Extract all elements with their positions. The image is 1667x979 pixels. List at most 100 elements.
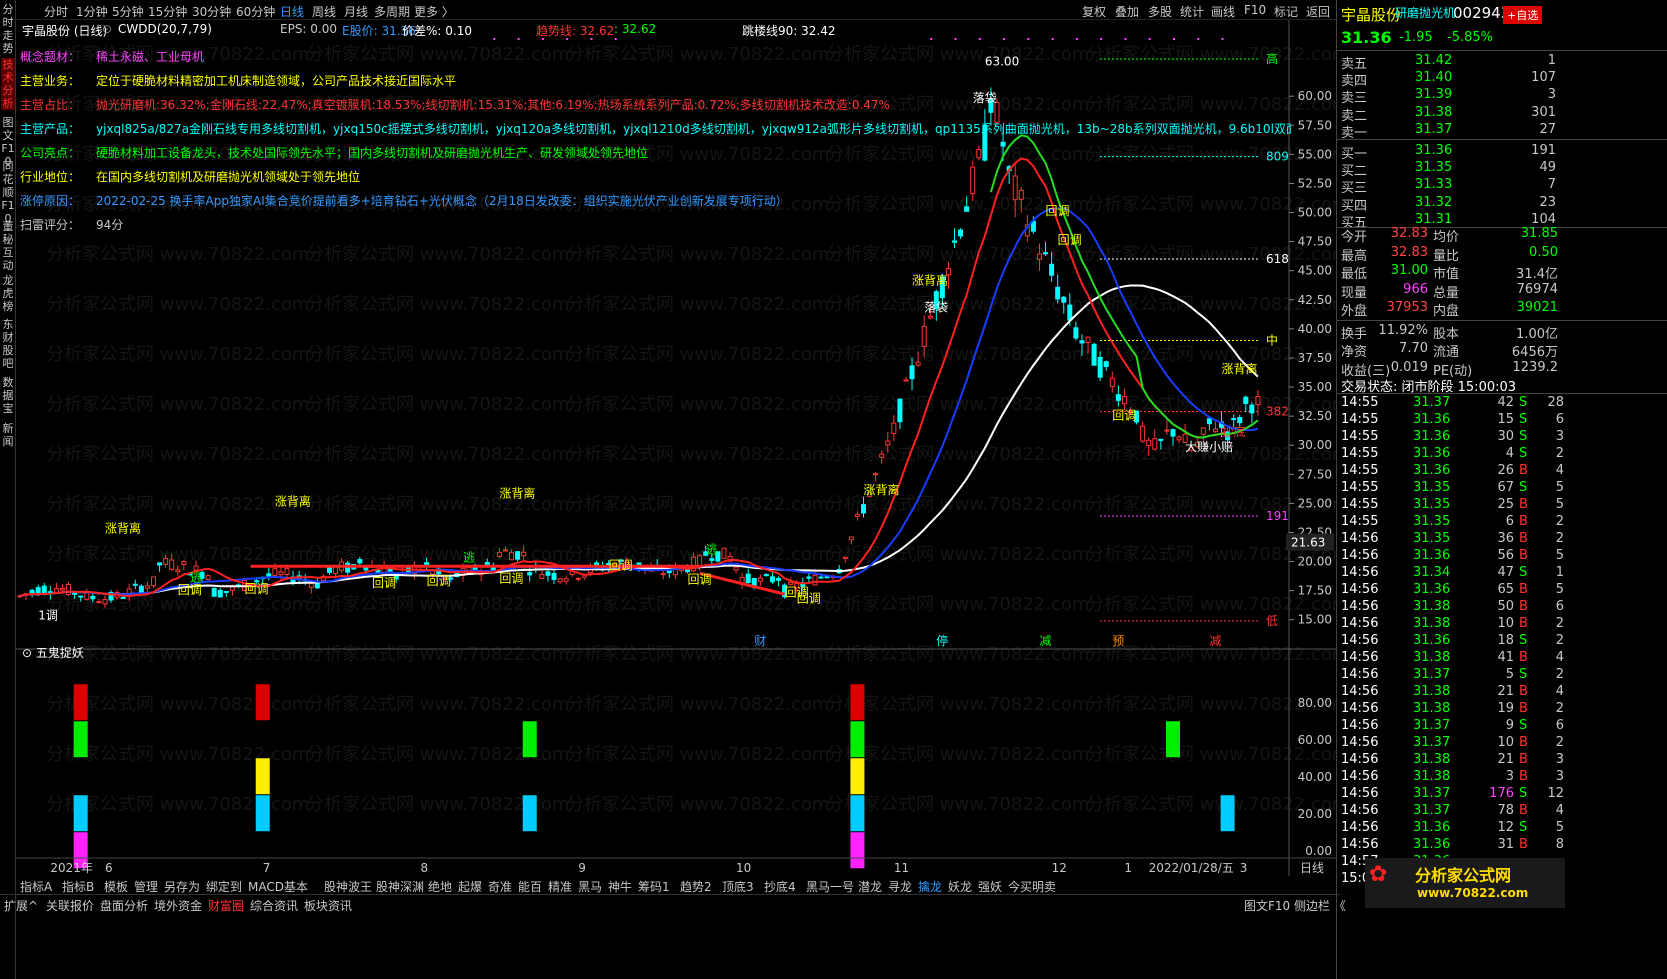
- event-marker[interactable]: 预: [1112, 634, 1124, 648]
- candle-body: [1170, 429, 1176, 437]
- nav-button[interactable]: 综合资讯: [250, 897, 298, 914]
- indicator-button[interactable]: 绝地: [428, 878, 452, 895]
- chart-annotation: 回调: [178, 583, 202, 597]
- indicator-button[interactable]: 股神波王: [324, 878, 372, 895]
- sell-row[interactable]: 卖一 31.37 27: [1337, 122, 1667, 141]
- indicator-button[interactable]: 抄底4: [764, 878, 796, 895]
- menu-tongji[interactable]: 统计: [1180, 3, 1204, 20]
- indicator-button[interactable]: 指标B: [62, 878, 94, 895]
- indicator-button[interactable]: 绑定到: [206, 878, 242, 895]
- side-tab-6[interactable]: 东财股吧: [1, 318, 15, 372]
- nav-button[interactable]: 境外资金: [154, 897, 202, 914]
- indicator-button[interactable]: 神牛: [608, 878, 632, 895]
- indicator-button[interactable]: 能百: [518, 878, 542, 895]
- nav-button[interactable]: 财富圈: [208, 897, 244, 914]
- indicator-button[interactable]: 黑马一号: [806, 878, 854, 895]
- indicator-button[interactable]: 股神深渊: [376, 878, 424, 895]
- nav-button[interactable]: 扩展^: [4, 897, 38, 914]
- event-marker[interactable]: 财: [754, 634, 766, 648]
- level-price: 31.42: [1415, 53, 1453, 68]
- tab-period-8[interactable]: 月线: [344, 3, 368, 20]
- indicator-button[interactable]: 潜龙: [858, 878, 882, 895]
- indicator-button[interactable]: MACD基本: [248, 878, 308, 895]
- side-tab-5[interactable]: 龙虎榜: [1, 274, 15, 314]
- tick-row: 14:56 31.38 50 B 6: [1337, 599, 1667, 616]
- indicator-button[interactable]: 寻龙: [888, 878, 912, 895]
- side-tab-0[interactable]: 分时走势: [1, 3, 15, 55]
- candle-body: [860, 504, 866, 514]
- tab-period-1[interactable]: 1分钟: [76, 3, 108, 20]
- buy-row[interactable]: 买二 31.35 49: [1337, 160, 1667, 179]
- indicator-button[interactable]: 妖龙: [948, 878, 972, 895]
- indicator-button[interactable]: 顶底3: [722, 878, 754, 895]
- sell-row[interactable]: 卖二 31.38 301: [1337, 105, 1667, 124]
- indicator-bar: [850, 684, 865, 721]
- menu-diejia[interactable]: 叠加: [1115, 3, 1139, 20]
- side-tab-7[interactable]: 数据宝: [1, 376, 15, 418]
- indicator-button[interactable]: 筹码1: [638, 878, 670, 895]
- stat-label: 换手: [1341, 326, 1368, 342]
- candle-body: [879, 453, 885, 458]
- tab-period-3[interactable]: 15分钟: [148, 3, 187, 20]
- candle-body: [278, 571, 284, 576]
- sell-row[interactable]: 卖五 31.42 1: [1337, 53, 1667, 72]
- tab-period-0[interactable]: 分时: [44, 3, 68, 20]
- tab-period-4[interactable]: 30分钟: [192, 3, 231, 20]
- watermark-text: 分析家公式网 www.70822.com: [826, 594, 1089, 615]
- indicator-button[interactable]: 擒龙: [918, 878, 942, 895]
- tab-period-7[interactable]: 周线: [312, 3, 336, 20]
- tick-volume: 15: [1497, 412, 1514, 427]
- indicator-button[interactable]: 今买明卖: [1008, 878, 1056, 895]
- candle-body: [545, 571, 551, 576]
- menu-duogu[interactable]: 多股: [1148, 3, 1172, 20]
- indicator-button[interactable]: 管理: [134, 878, 158, 895]
- event-marker[interactable]: 停: [936, 633, 948, 648]
- tab-period-9[interactable]: 多周期: [374, 3, 410, 20]
- stat-label: 均价: [1433, 230, 1460, 245]
- nav-button[interactable]: 板块资讯: [304, 897, 352, 914]
- nav-button[interactable]: 关联报价: [46, 897, 94, 914]
- indicator-button[interactable]: 黑马: [578, 878, 602, 895]
- menu-fanhui[interactable]: 返回: [1306, 3, 1330, 20]
- info-value: 硬脆材料加工设备龙头，技术处国际领先水平；国内多线切割机及研磨抛光机生产、研发领…: [96, 146, 649, 160]
- menu-huaxian[interactable]: 画线: [1211, 3, 1235, 20]
- candle-body: [763, 574, 769, 577]
- x-axis-period[interactable]: 日线: [1300, 861, 1324, 875]
- tab-period-2[interactable]: 5分钟: [112, 3, 144, 20]
- info-label: 概念题材：: [20, 50, 81, 64]
- indicator-button[interactable]: 指标A: [20, 878, 52, 895]
- tab-period-6[interactable]: 日线: [280, 3, 304, 20]
- indicator-button[interactable]: 精准: [548, 878, 572, 895]
- nav-button[interactable]: 盘面分析: [100, 897, 148, 914]
- sell-row[interactable]: 卖三 31.39 3: [1337, 87, 1667, 106]
- menu-biaoji[interactable]: 标记: [1274, 3, 1298, 20]
- menu-fuquan[interactable]: 复权: [1082, 3, 1106, 20]
- add-favorite-button[interactable]: +自选: [1503, 6, 1543, 24]
- indicator-button[interactable]: 强妖: [978, 878, 1002, 895]
- buy-row[interactable]: 买三 31.33 7: [1337, 177, 1667, 196]
- menu-f10[interactable]: F10: [1244, 3, 1266, 17]
- candle-body: [169, 559, 175, 570]
- tab-period-5[interactable]: 60分钟: [236, 3, 275, 20]
- indicator-button[interactable]: 模板: [104, 878, 128, 895]
- watermark-text: 分析家公式网 www.70822.com: [306, 694, 569, 715]
- tick-list[interactable]: 14:55 31.37 42 S 28 14:55 31.36 15 S 6 14:55 31.36 3…: [1337, 395, 1667, 885]
- sell-row[interactable]: 卖四 31.40 107: [1337, 70, 1667, 89]
- f10-sidebar-toggle[interactable]: 图文F10 侧边栏 《: [1244, 897, 1346, 914]
- indicator-button[interactable]: 起爆: [458, 878, 482, 895]
- buy-row[interactable]: 买一 31.36 191: [1337, 143, 1667, 162]
- event-marker[interactable]: 减: [1209, 634, 1221, 648]
- stock-sector[interactable]: 研磨抛光机: [1395, 4, 1455, 21]
- indicator-bar: [255, 758, 270, 795]
- event-marker[interactable]: 减: [1039, 634, 1051, 648]
- watermark-text: 分析家公式网 www.70822.com: [306, 294, 569, 315]
- indicator-button[interactable]: 奇准: [488, 878, 512, 895]
- indicator-button[interactable]: 趋势2: [680, 878, 712, 895]
- buy-row[interactable]: 买四 31.32 23: [1337, 195, 1667, 214]
- indicator-toggle-icon[interactable]: ⊙: [102, 22, 112, 36]
- side-tab-8[interactable]: 新闻: [1, 422, 15, 452]
- info-label: 主营业务：: [20, 74, 81, 88]
- watermark-text: 分析家公式网 www.70822.com: [46, 244, 309, 265]
- indicator-button[interactable]: 另存为: [164, 878, 200, 895]
- tab-period-10[interactable]: 更多 〉: [414, 3, 454, 20]
